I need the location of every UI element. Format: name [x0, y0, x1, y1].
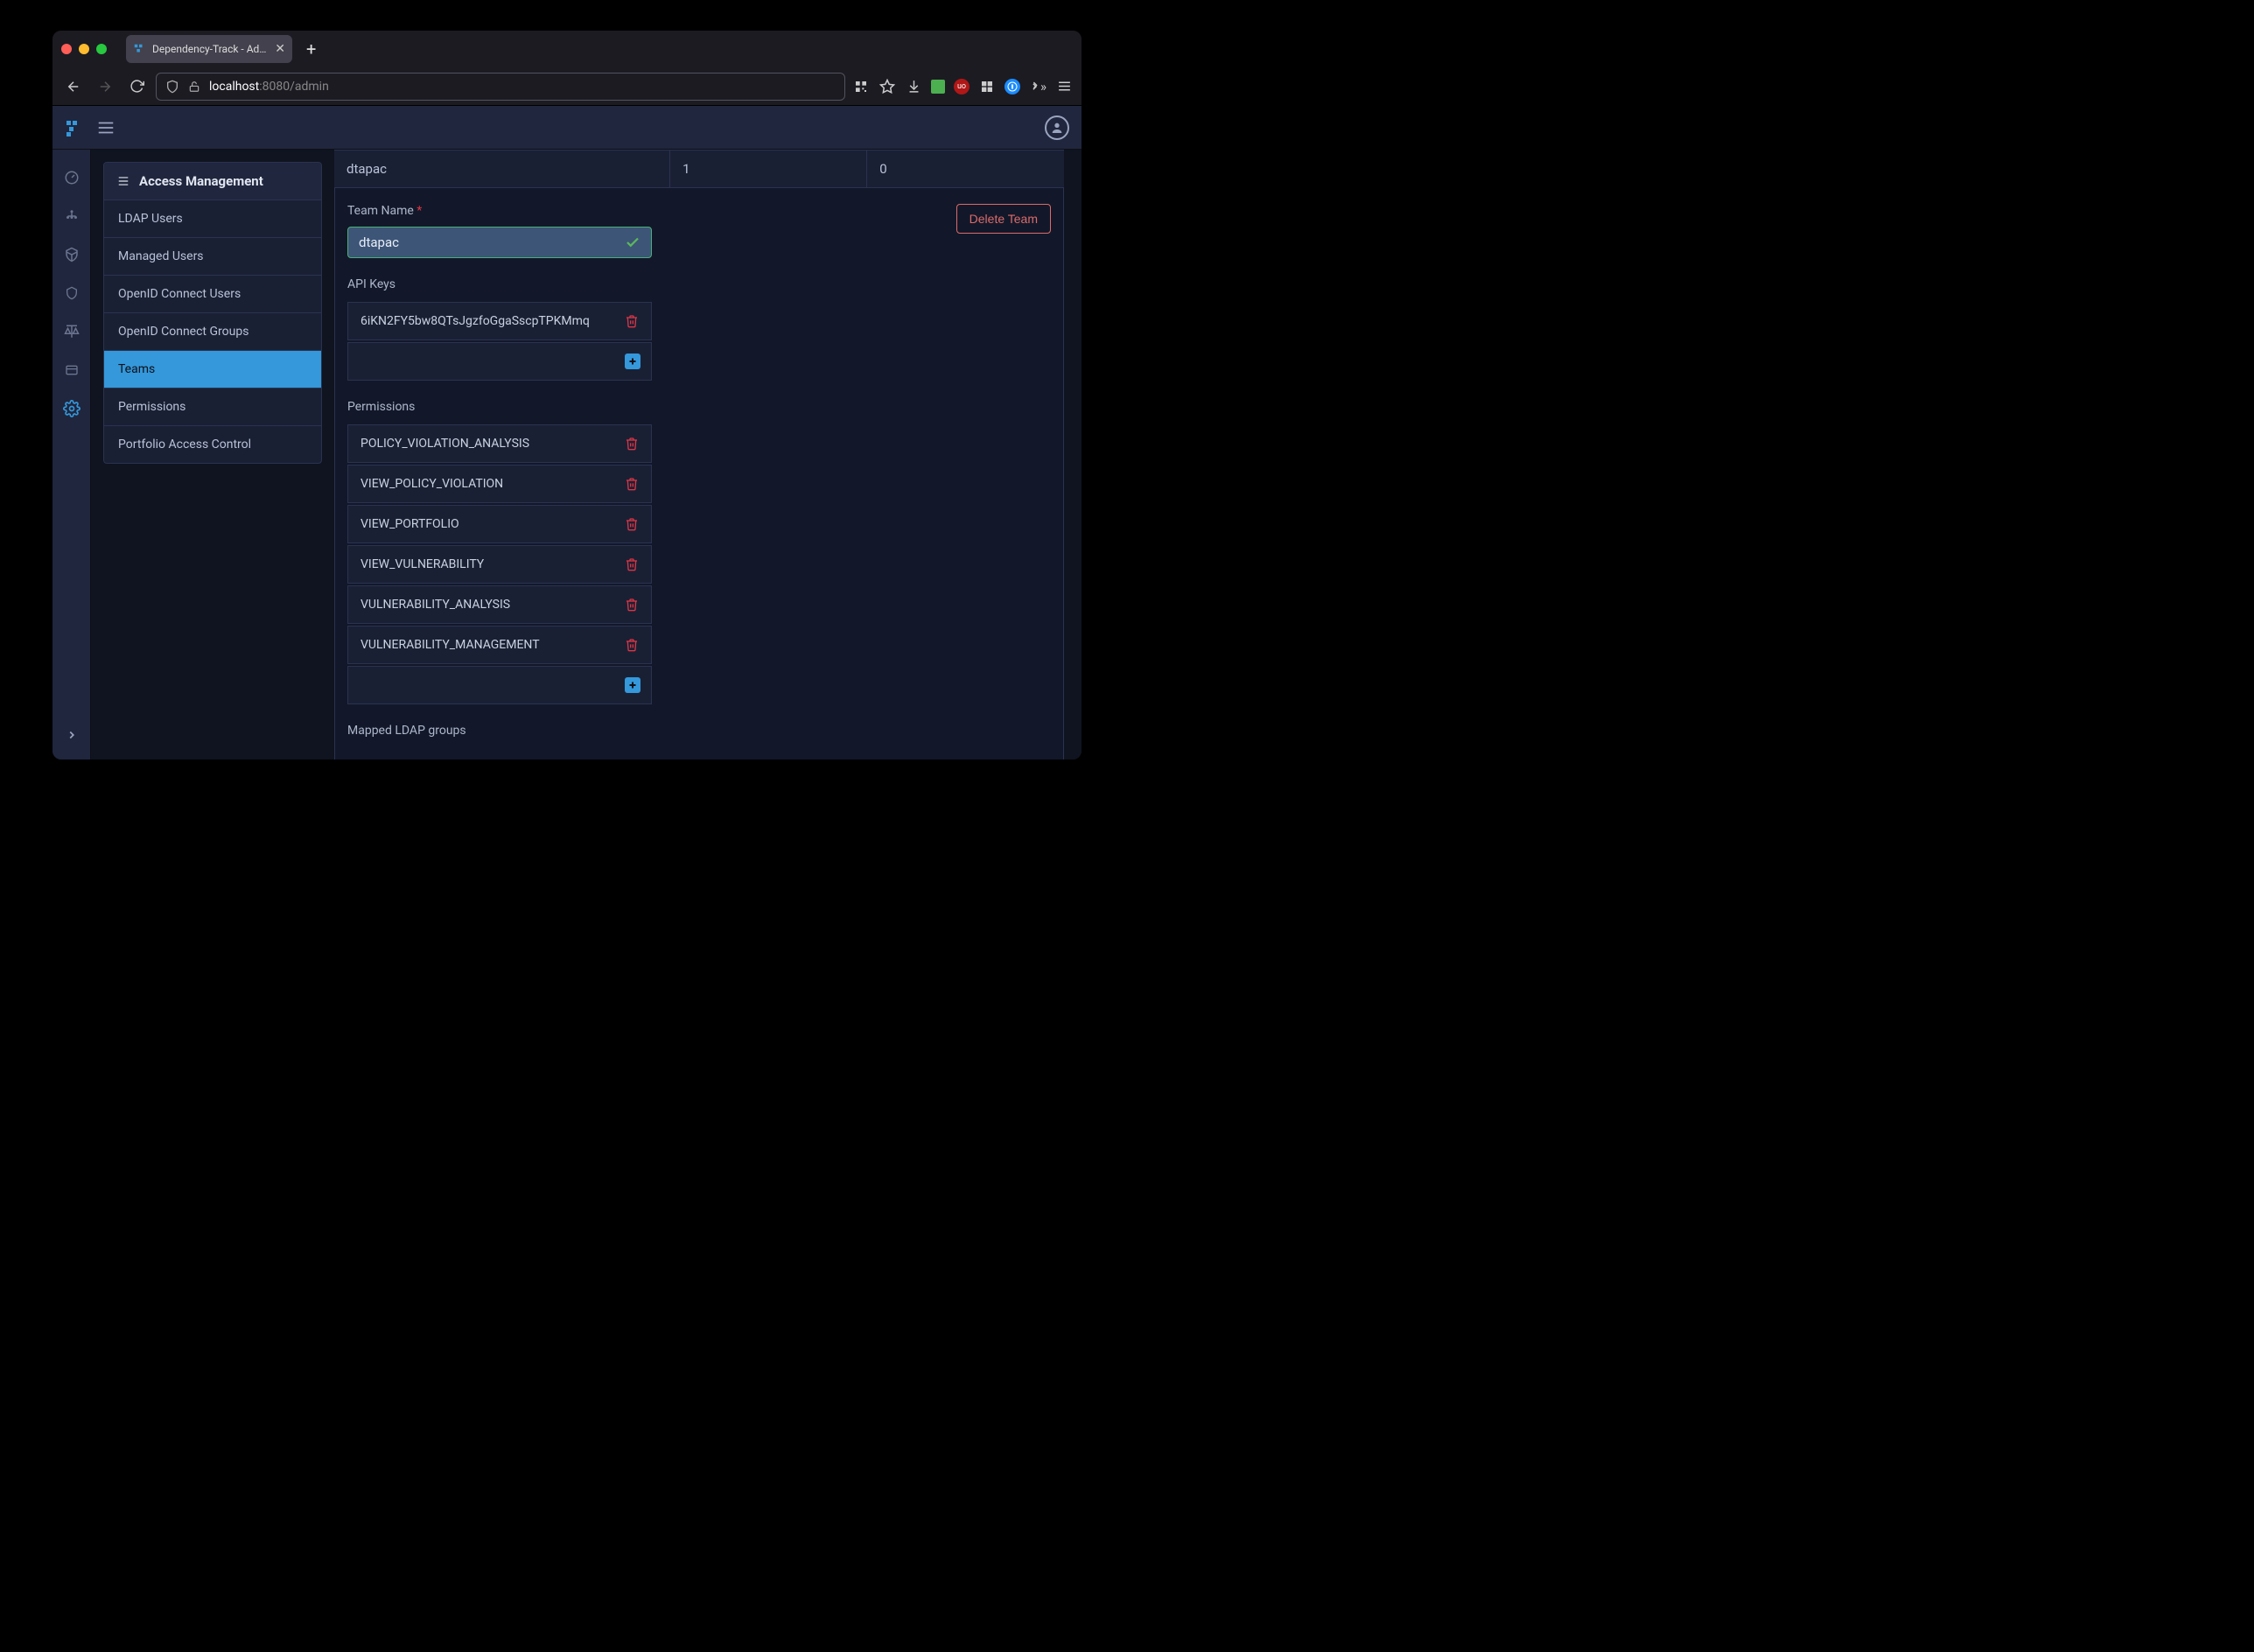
new-tab-button[interactable]: + [301, 38, 321, 60]
add-permission-row [347, 666, 652, 704]
rail-vulnerabilities[interactable] [52, 274, 91, 312]
close-tab-icon[interactable]: ✕ [275, 42, 285, 56]
permission-name: VULNERABILITY_MANAGEMENT [360, 638, 540, 652]
permission-name: VIEW_VULNERABILITY [360, 557, 484, 571]
toolbar-right: uo » [852, 78, 1073, 95]
trash-icon[interactable] [625, 638, 639, 652]
mapped-ldap-label: Mapped LDAP groups [347, 724, 1051, 738]
browser-window: Dependency-Track - Administra ✕ + localh… [52, 31, 1082, 760]
trash-icon[interactable] [625, 437, 639, 451]
cell-col3: 0 [867, 150, 1064, 188]
sidebar-item[interactable]: Portfolio Access Control [104, 425, 321, 463]
forward-button[interactable] [93, 74, 117, 99]
tab-title: Dependency-Track - Administra [152, 43, 268, 55]
nav-rail [52, 150, 91, 760]
check-icon [625, 234, 640, 250]
sidebar-item[interactable]: Teams [104, 350, 321, 388]
window-controls [61, 44, 107, 54]
admin-side-panel: Access Management LDAP UsersManaged User… [91, 150, 334, 760]
rail-admin[interactable] [52, 389, 91, 428]
permission-name: VULNERABILITY_ANALYSIS [360, 598, 510, 612]
sidebar-item[interactable]: OpenID Connect Users [104, 275, 321, 312]
api-key-row: 6iKN2FY5bw8QTsJgzfoGgaSscpTPKMmq [347, 302, 652, 340]
permission-row: VIEW_VULNERABILITY [347, 545, 652, 584]
permission-row: VULNERABILITY_ANALYSIS [347, 585, 652, 624]
app-logo-icon [65, 119, 82, 136]
downloads-icon[interactable] [905, 78, 922, 95]
trash-icon[interactable] [625, 598, 639, 612]
permission-row: VIEW_PORTFOLIO [347, 505, 652, 543]
qr-icon[interactable] [852, 78, 870, 95]
sidebar-item[interactable]: LDAP Users [104, 200, 321, 237]
menu-icon[interactable] [1055, 78, 1073, 95]
permission-row: VULNERABILITY_MANAGEMENT [347, 626, 652, 664]
panel-header[interactable]: Access Management [104, 163, 321, 200]
permission-row: POLICY_VIOLATION_ANALYSIS [347, 424, 652, 463]
rail-licenses[interactable] [52, 312, 91, 351]
cell-name: dtapac [334, 150, 670, 188]
api-key-value: 6iKN2FY5bw8QTsJgzfoGgaSscpTPKMmq [360, 314, 590, 328]
list-icon [116, 175, 130, 187]
add-button[interactable] [625, 677, 640, 693]
access-management-card: Access Management LDAP UsersManaged User… [103, 162, 322, 464]
teams-table: dtapac 1 0 [334, 150, 1064, 188]
extension-grid-icon[interactable] [978, 78, 996, 95]
trash-icon[interactable] [625, 517, 639, 531]
onepassword-icon[interactable] [1004, 79, 1020, 94]
tab-favicon [133, 43, 145, 55]
content-wrap: Access Management LDAP UsersManaged User… [91, 150, 1082, 760]
rail-projects[interactable] [52, 197, 91, 235]
reload-button[interactable] [124, 74, 149, 99]
browser-tab[interactable]: Dependency-Track - Administra ✕ [126, 35, 292, 63]
minimize-window-button[interactable] [79, 44, 89, 54]
panel-title: Access Management [139, 173, 263, 189]
back-button[interactable] [61, 74, 86, 99]
team-name-input[interactable]: dtapac [347, 227, 652, 258]
sidebar-item[interactable]: OpenID Connect Groups [104, 312, 321, 350]
permission-row: VIEW_POLICY_VIOLATION [347, 465, 652, 503]
permissions-label: Permissions [347, 400, 1051, 414]
rail-expand-button[interactable] [52, 719, 91, 751]
add-button[interactable] [625, 354, 640, 369]
permissions-list: POLICY_VIOLATION_ANALYSIS VIEW_POLICY_VIO… [347, 424, 652, 704]
api-keys-label: API Keys [347, 277, 1051, 291]
bookmark-star-icon[interactable] [878, 78, 896, 95]
permission-name: VIEW_PORTFOLIO [360, 517, 459, 531]
api-keys-list: 6iKN2FY5bw8QTsJgzfoGgaSscpTPKMmq [347, 302, 652, 381]
browser-tab-strip: Dependency-Track - Administra ✕ + [52, 31, 1082, 67]
permission-name: POLICY_VIOLATION_ANALYSIS [360, 437, 529, 451]
rail-dashboard[interactable] [52, 158, 91, 197]
sidebar-item[interactable]: Managed Users [104, 237, 321, 275]
overflow-icon[interactable]: » [1029, 78, 1046, 95]
cell-col2: 1 [670, 150, 867, 188]
delete-team-button[interactable]: Delete Team [956, 204, 1051, 234]
shield-icon [165, 80, 179, 94]
extension-green-icon[interactable] [931, 80, 945, 94]
add-api-key-row [347, 342, 652, 381]
url-text: localhost:8080/admin [209, 80, 329, 94]
hamburger-toggle[interactable] [96, 118, 116, 137]
ublock-icon[interactable]: uo [954, 79, 970, 94]
app-header [52, 106, 1082, 150]
app-body: Access Management LDAP UsersManaged User… [52, 150, 1082, 760]
trash-icon[interactable] [625, 477, 639, 491]
permission-name: VIEW_POLICY_VIOLATION [360, 477, 503, 491]
main-area: dtapac 1 0 Team Name * dtapac [334, 150, 1082, 760]
rail-components[interactable] [52, 235, 91, 274]
lock-icon [188, 80, 200, 93]
browser-nav-bar: localhost:8080/admin uo » [52, 67, 1082, 106]
trash-icon[interactable] [625, 314, 639, 328]
maximize-window-button[interactable] [96, 44, 107, 54]
team-detail: Team Name * dtapac Delete Team API Keys [334, 188, 1064, 760]
url-bar[interactable]: localhost:8080/admin [156, 73, 845, 101]
rail-policy[interactable] [52, 351, 91, 389]
team-name-value: dtapac [359, 234, 399, 250]
user-menu[interactable] [1045, 116, 1069, 140]
team-name-label: Team Name * [347, 204, 652, 218]
sidebar-item[interactable]: Permissions [104, 388, 321, 425]
table-row[interactable]: dtapac 1 0 [334, 150, 1064, 188]
trash-icon[interactable] [625, 557, 639, 571]
close-window-button[interactable] [61, 44, 72, 54]
